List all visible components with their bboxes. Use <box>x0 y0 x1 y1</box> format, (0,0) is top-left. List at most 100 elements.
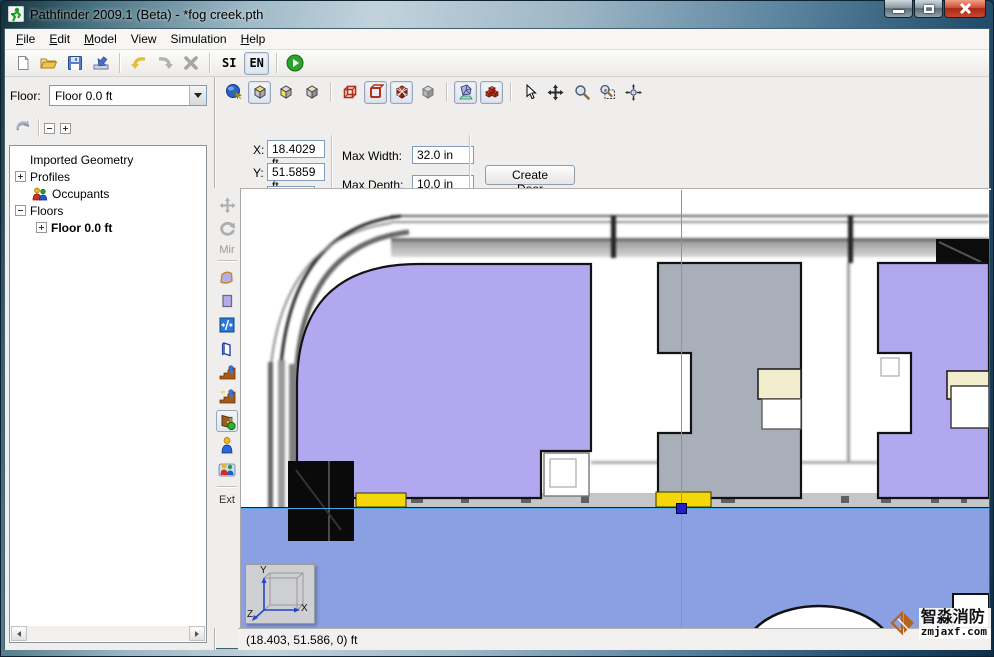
watermark: 智淼消防 zmjaxf.com <box>811 601 991 645</box>
door-tool-button[interactable] <box>216 410 238 432</box>
close-icon <box>959 2 972 15</box>
expand-icon[interactable] <box>36 222 47 233</box>
model-tree[interactable]: Imported Geometry Profiles Occupants Flo… <box>9 145 207 643</box>
floor-dropdown[interactable]: Floor 0.0 ft <box>49 85 207 106</box>
show-solid-button[interactable] <box>364 81 387 104</box>
menu-file[interactable]: File <box>9 30 42 48</box>
tree-item-floors[interactable]: Floors <box>15 202 63 219</box>
collapse-all-button[interactable] <box>44 123 55 134</box>
wireframe-button[interactable] <box>338 81 361 104</box>
cube-yellow-front-icon <box>278 84 294 100</box>
create-door-button[interactable]: Create Door <box>485 165 575 185</box>
polygon-room-tool-button[interactable] <box>216 266 238 288</box>
rotate-arrows-icon <box>13 117 33 137</box>
rotate-tool-button[interactable] <box>216 218 238 240</box>
menu-edit[interactable]: Edit <box>42 30 77 48</box>
show-objects-button[interactable] <box>480 81 503 104</box>
y-input[interactable]: 51.5859 ft <box>267 163 325 181</box>
menu-help[interactable]: Help <box>234 30 273 48</box>
tree-item-profiles[interactable]: Profiles <box>15 168 70 185</box>
close-button[interactable] <box>944 0 986 18</box>
door-green-ball-icon <box>219 413 236 430</box>
menu-model[interactable]: Model <box>77 30 124 48</box>
delete-button[interactable] <box>179 52 202 75</box>
zoom-box-tool-button[interactable] <box>596 81 619 104</box>
scrollbar-track[interactable] <box>27 626 189 641</box>
arrow-left-icon <box>17 631 21 637</box>
tree-item-occupants[interactable]: Occupants <box>32 185 109 202</box>
rectangle-room-tool-button[interactable] <box>216 290 238 312</box>
open-file-button[interactable] <box>37 52 60 75</box>
floor-label: Floor: <box>10 89 41 103</box>
max-width-input[interactable]: 32.0 in <box>412 146 474 164</box>
undo-button[interactable] <box>127 52 150 75</box>
expand-icon[interactable] <box>15 171 26 182</box>
extrude-tool-button[interactable]: Ext <box>214 494 240 506</box>
import-geometry-button[interactable] <box>89 52 112 75</box>
room-2-fixture <box>758 369 801 399</box>
tree-item-label: Profiles <box>30 170 70 184</box>
mirror-tool-button[interactable]: Mir <box>214 244 240 256</box>
scroll-left-button[interactable] <box>11 626 27 641</box>
blue-slash-icon <box>219 317 235 333</box>
watermark-logo-icon <box>889 608 915 638</box>
floor-plan-geometry[interactable] <box>241 190 989 628</box>
view-front-button[interactable] <box>274 81 297 104</box>
stairs-person-2-icon <box>219 389 236 405</box>
model-canvas[interactable]: Y X Z <box>241 190 989 628</box>
refresh-tree-button[interactable] <box>13 117 33 140</box>
reset-view-button[interactable] <box>622 81 645 104</box>
run-simulation-button[interactable] <box>284 52 307 75</box>
tree-item-floor-0[interactable]: Floor 0.0 ft <box>36 219 112 236</box>
maximize-button[interactable] <box>914 0 943 18</box>
menu-simulation[interactable]: Simulation <box>164 30 234 48</box>
thin-wall-tool-button[interactable] <box>216 314 238 336</box>
main-toolbar: SI EN <box>5 50 989 77</box>
view-side-button[interactable] <box>300 81 323 104</box>
doorway-tool-button[interactable] <box>216 338 238 360</box>
door-outline-icon <box>219 341 235 357</box>
expand-all-button[interactable] <box>60 123 71 134</box>
left-panel: Floor: Floor 0.0 ft Imported Geometry Pr… <box>5 77 214 650</box>
scroll-right-button[interactable] <box>189 626 205 641</box>
move-icon <box>219 197 236 214</box>
crosshair-magnifier-icon <box>625 84 642 101</box>
hide-geometry-button[interactable] <box>390 81 413 104</box>
save-button[interactable] <box>63 52 86 75</box>
menu-view[interactable]: View <box>124 30 164 48</box>
tree-item-imported-geometry[interactable]: Imported Geometry <box>30 151 133 168</box>
minimize-button[interactable] <box>884 0 913 18</box>
select-tool-button[interactable] <box>518 81 541 104</box>
pan-tool-button[interactable] <box>544 81 567 104</box>
show-obstructions-button[interactable] <box>454 81 477 104</box>
title-bar[interactable]: Pathfinder 2009.1 (Beta) - *fog creek.pt… <box>0 0 994 28</box>
add-occupant-tool-button[interactable] <box>216 434 238 456</box>
units-si-button[interactable]: SI <box>217 52 241 75</box>
stairs2-tool-button[interactable] <box>216 386 238 408</box>
gray-cube-icon <box>420 84 436 100</box>
show-gray-button[interactable] <box>416 81 439 104</box>
door-1[interactable] <box>356 493 406 507</box>
tree-horizontal-scrollbar[interactable] <box>11 626 205 641</box>
view-top-button[interactable] <box>248 81 271 104</box>
redo-button[interactable] <box>153 52 176 75</box>
room-3-fixture-inner <box>951 386 989 428</box>
redo-icon <box>156 55 174 71</box>
stairs-person-icon <box>219 365 236 381</box>
collapse-icon[interactable] <box>15 205 26 216</box>
add-occupants-group-tool-button[interactable] <box>216 458 238 480</box>
toolbar-separator <box>119 53 120 73</box>
stairs-tool-button[interactable] <box>216 362 238 384</box>
delete-x-icon <box>183 55 199 71</box>
x-input[interactable]: 18.4029 ft <box>267 140 325 158</box>
move-tool-button[interactable] <box>216 194 238 216</box>
zoom-tool-button[interactable] <box>570 81 593 104</box>
rectangle-icon <box>219 293 235 309</box>
new-file-button[interactable] <box>11 52 34 75</box>
red-wire-cube-icon <box>342 84 358 100</box>
x-label: X: <box>253 143 264 157</box>
units-en-button[interactable]: EN <box>244 52 268 75</box>
view-toolbar <box>216 77 991 107</box>
orbit-tool-button[interactable] <box>222 81 245 104</box>
dropdown-arrow-button[interactable] <box>189 86 206 105</box>
